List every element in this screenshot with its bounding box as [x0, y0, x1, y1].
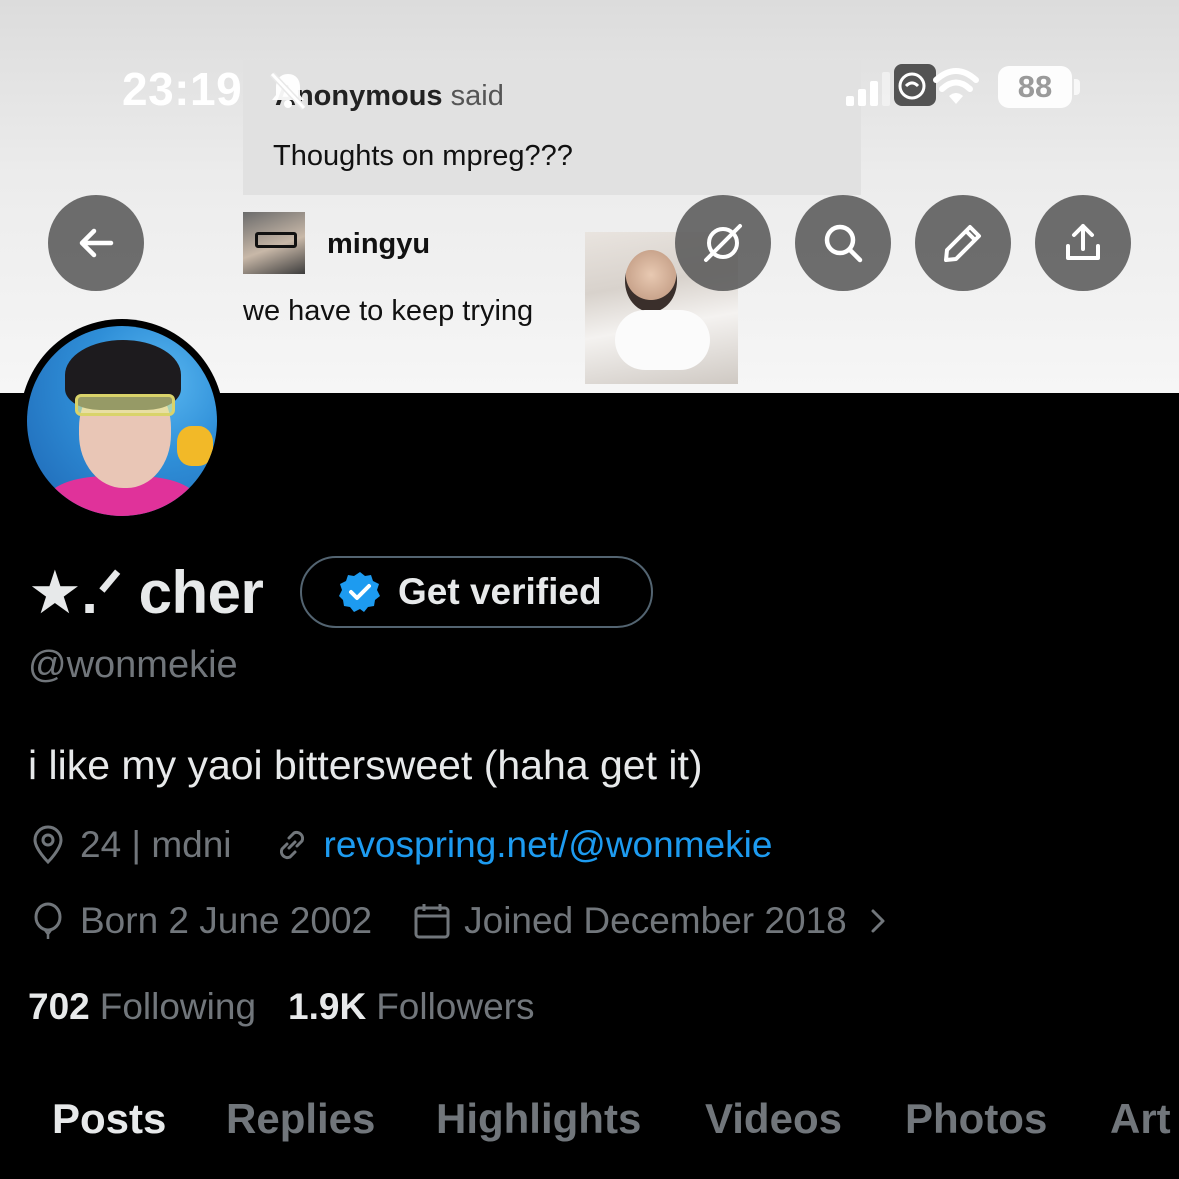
- tab-highlights[interactable]: Highlights: [436, 1095, 641, 1143]
- wifi-icon: [933, 68, 979, 104]
- avatar-glasses: [75, 394, 175, 416]
- following-label: Following: [99, 986, 257, 1027]
- tab-photos[interactable]: Photos: [905, 1095, 1047, 1143]
- search-icon: [824, 224, 863, 263]
- battery-cap: [1074, 79, 1080, 95]
- share-icon: [1066, 224, 1100, 260]
- balloon-icon: [34, 902, 62, 939]
- calendar-icon: [414, 904, 450, 939]
- chevron-right-icon: [871, 909, 885, 933]
- profile-tabs: Posts Replies Highlights Videos Photos A…: [0, 1095, 1179, 1155]
- following-count: 702: [28, 986, 90, 1027]
- banner-reply-avatar: [243, 212, 305, 274]
- tab-videos[interactable]: Videos: [705, 1095, 842, 1143]
- avatar-cat-sticker: [177, 426, 213, 466]
- banner-question-text: Thoughts on mpreg???: [273, 140, 573, 172]
- location-text: 24 | mdni: [80, 824, 232, 865]
- profile-avatar[interactable]: [27, 326, 217, 516]
- vpn-icon: [894, 64, 936, 106]
- banner-reply-text: we have to keep trying: [243, 295, 534, 327]
- profile-meta-row-1: 24 | mdni revospring.net/@wonmekie: [28, 824, 812, 866]
- cellular-signal-icon: [846, 72, 890, 106]
- joined-item[interactable]: Joined December 2018: [412, 900, 891, 942]
- profile-bio: i like my yaoi bittersweet (haha get it): [28, 742, 703, 788]
- joined-text: Joined December 2018: [464, 900, 847, 941]
- follow-stats: 702 Following 1.9K Followers: [28, 986, 567, 1028]
- pencil-icon: [944, 225, 981, 262]
- website-link[interactable]: revospring.net/@wonmekie: [324, 824, 773, 866]
- battery-level: 88: [998, 66, 1072, 108]
- display-name: ★.ᐟ cher: [28, 559, 264, 626]
- get-verified-label: Get verified: [398, 571, 602, 612]
- website-item[interactable]: revospring.net/@wonmekie: [272, 824, 773, 866]
- share-button[interactable]: [1035, 195, 1131, 291]
- status-bar-time: 23:19: [122, 63, 243, 115]
- grok-button[interactable]: [675, 195, 771, 291]
- bell-off-icon: [269, 71, 307, 110]
- get-verified-button[interactable]: Get verified: [300, 556, 653, 628]
- followers-label: Followers: [376, 986, 535, 1027]
- tab-art[interactable]: Art: [1110, 1095, 1171, 1143]
- tab-replies[interactable]: Replies: [226, 1095, 375, 1143]
- birthday-text: Born 2 June 2002: [80, 900, 373, 941]
- battery-indicator: 88: [998, 66, 1082, 108]
- link-icon: [279, 830, 304, 860]
- tab-posts[interactable]: Posts: [52, 1095, 166, 1143]
- followers-link[interactable]: 1.9K Followers: [288, 986, 534, 1028]
- banner-reply-name: mingyu: [327, 228, 431, 260]
- following-link[interactable]: 702 Following: [28, 986, 256, 1028]
- edit-profile-button[interactable]: [915, 195, 1011, 291]
- location-item: 24 | mdni: [28, 824, 232, 866]
- birthday-item: Born 2 June 2002: [28, 900, 372, 942]
- verified-badge-icon: [339, 572, 380, 612]
- grok-icon: [704, 224, 742, 262]
- user-handle: @wonmekie: [28, 644, 238, 686]
- search-button[interactable]: [795, 195, 891, 291]
- back-button[interactable]: [48, 195, 144, 291]
- banner-asker-suffix: said: [450, 80, 504, 112]
- profile-meta-row-2: Born 2 June 2002 Joined December 2018: [28, 900, 931, 942]
- followers-count: 1.9K: [288, 986, 367, 1027]
- arrow-left-icon: [79, 228, 114, 258]
- location-pin-icon: [33, 825, 63, 865]
